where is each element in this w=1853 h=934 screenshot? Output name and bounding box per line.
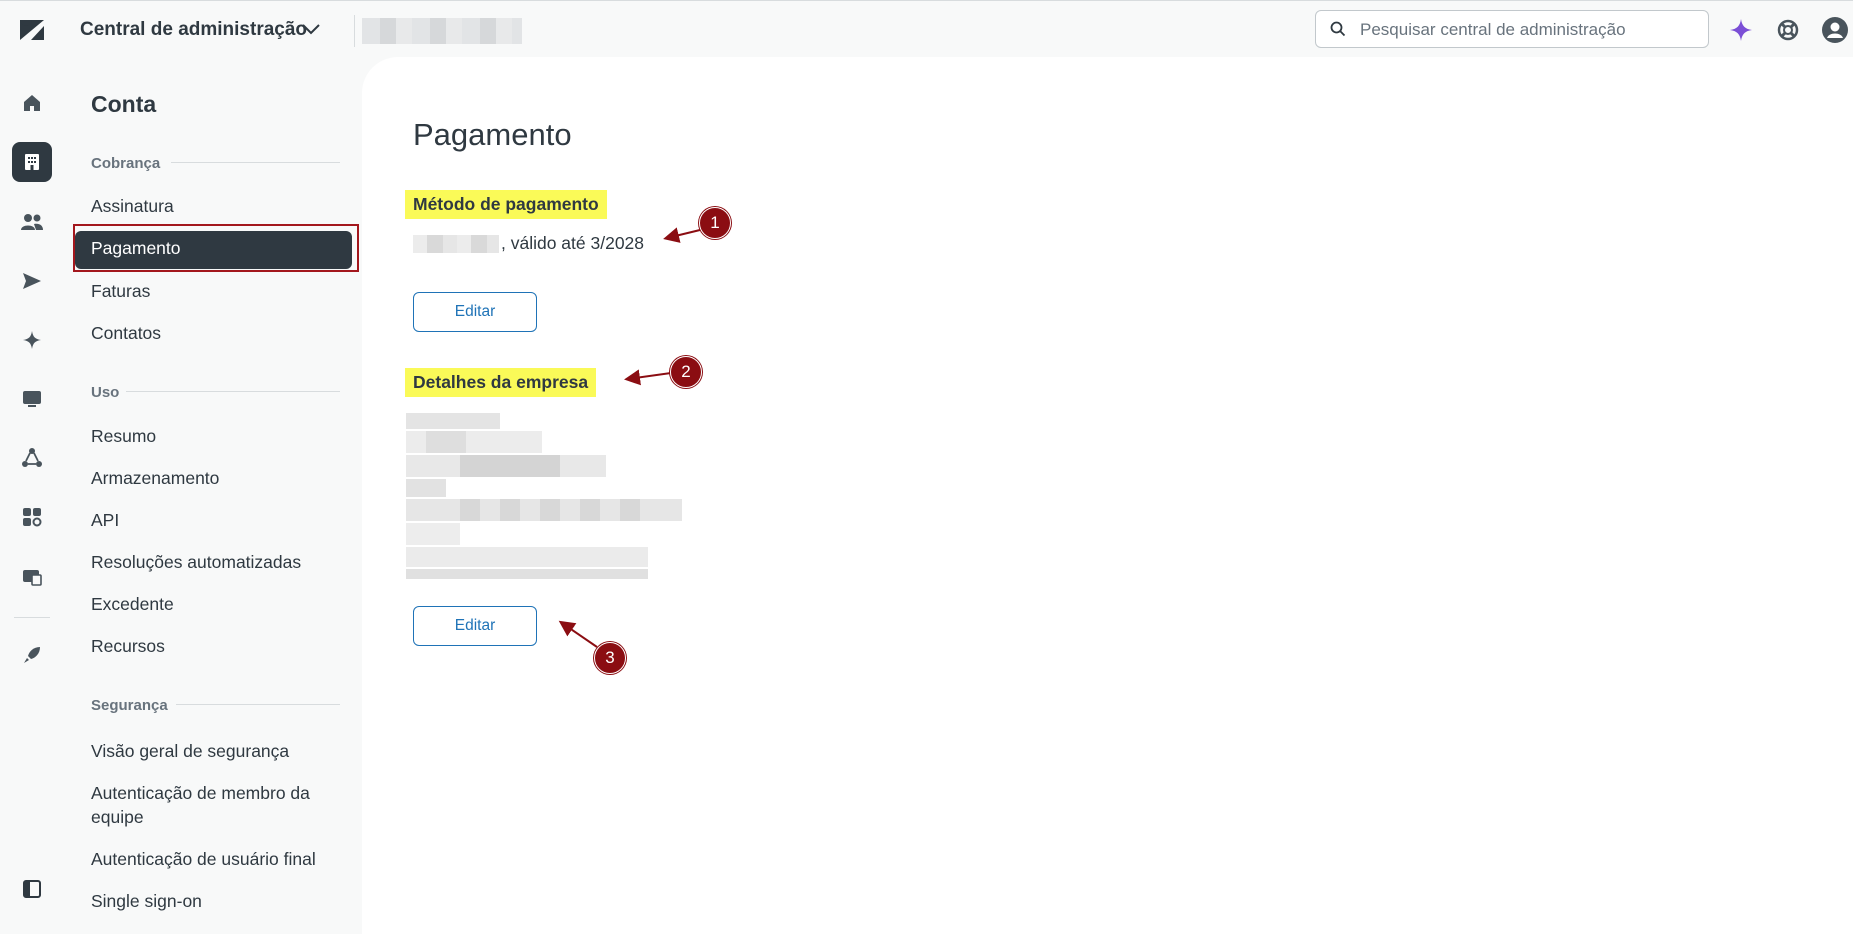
search-input[interactable] bbox=[1358, 17, 1692, 43]
section-divider bbox=[176, 704, 340, 705]
account-building-icon[interactable] bbox=[12, 142, 52, 182]
section-divider bbox=[171, 162, 340, 163]
section-heading-usage: Uso bbox=[91, 384, 120, 401]
nav-item-end-user-auth[interactable]: Autenticação de usuário final bbox=[91, 847, 316, 871]
nav-item-resources[interactable]: Recursos bbox=[91, 634, 165, 658]
subnav-title: Conta bbox=[91, 91, 157, 117]
section-heading-billing: Cobrança bbox=[91, 155, 161, 172]
nav-item-summary[interactable]: Resumo bbox=[91, 424, 156, 448]
account-name-redacted bbox=[362, 18, 522, 44]
nav-item-subscription[interactable]: Assinatura bbox=[91, 194, 174, 218]
product-icon-rail bbox=[0, 57, 64, 934]
nav-item-payment[interactable]: Pagamento bbox=[75, 231, 352, 269]
user-avatar-icon[interactable] bbox=[1821, 16, 1849, 44]
nav-item-invoices[interactable]: Faturas bbox=[91, 279, 150, 303]
app-title[interactable]: Central de administração bbox=[80, 19, 307, 41]
nav-item-payment-label: Pagamento bbox=[91, 238, 181, 258]
nav-item-sso[interactable]: Single sign-on bbox=[91, 889, 202, 913]
annotation-marker-3: 3 bbox=[594, 642, 626, 674]
ai-sparkle-icon[interactable] bbox=[1727, 16, 1755, 44]
search-box[interactable] bbox=[1315, 10, 1709, 48]
people-icon[interactable] bbox=[12, 202, 52, 242]
payment-method-heading: Método de pagamento bbox=[405, 190, 607, 219]
card-number-redacted bbox=[413, 234, 499, 253]
nav-item-automated-resolutions[interactable]: Resoluções automatizadas bbox=[91, 550, 301, 574]
section-divider bbox=[126, 391, 340, 392]
section-heading-security: Segurança bbox=[91, 697, 168, 714]
ai-sparkle-rail-icon[interactable] bbox=[12, 320, 52, 360]
top-bar: Central de administração bbox=[0, 0, 1853, 58]
help-lifebuoy-icon[interactable] bbox=[1774, 16, 1802, 44]
marketplace-icon[interactable] bbox=[12, 557, 52, 597]
getting-started-rocket-icon[interactable] bbox=[12, 635, 52, 675]
workspaces-monitor-icon[interactable] bbox=[12, 379, 52, 419]
channels-send-icon[interactable] bbox=[12, 261, 52, 301]
account-subnav: Conta Cobrança Assinatura Pagamento Fatu… bbox=[64, 57, 360, 934]
collapse-sidebar-icon[interactable] bbox=[12, 869, 52, 909]
annotation-marker-1: 1 bbox=[699, 207, 731, 239]
nav-item-contacts[interactable]: Contatos bbox=[91, 321, 161, 345]
zendesk-logo-icon[interactable] bbox=[18, 18, 46, 42]
edit-company-details-button[interactable]: Editar bbox=[413, 606, 537, 646]
company-details-heading: Detalhes da empresa bbox=[405, 368, 597, 397]
annotation-marker-2: 2 bbox=[670, 356, 702, 388]
nav-item-overage[interactable]: Excedente bbox=[91, 592, 174, 616]
payment-method-summary: , válido até 3/2028 bbox=[413, 233, 644, 254]
chevron-down-icon[interactable] bbox=[300, 21, 322, 37]
nav-item-api[interactable]: API bbox=[91, 508, 119, 532]
apps-integrations-icon[interactable] bbox=[12, 497, 52, 537]
main-content: Pagamento Método de pagamento , válido a… bbox=[362, 57, 1853, 934]
home-icon[interactable] bbox=[12, 83, 52, 123]
rail-divider bbox=[14, 617, 50, 618]
edit-payment-method-button[interactable]: Editar bbox=[413, 292, 537, 332]
divider bbox=[354, 15, 355, 47]
nav-item-team-member-auth[interactable]: Autenticação de membro da equipe bbox=[91, 781, 331, 829]
search-icon bbox=[1330, 21, 1346, 37]
company-details-redacted bbox=[406, 413, 682, 581]
payment-validity: , válido até 3/2028 bbox=[501, 233, 645, 253]
nav-item-security-overview[interactable]: Visão geral de segurança bbox=[91, 739, 289, 763]
nav-item-storage[interactable]: Armazenamento bbox=[91, 466, 219, 490]
objects-rules-icon[interactable] bbox=[12, 438, 52, 478]
page-title: Pagamento bbox=[413, 117, 572, 152]
